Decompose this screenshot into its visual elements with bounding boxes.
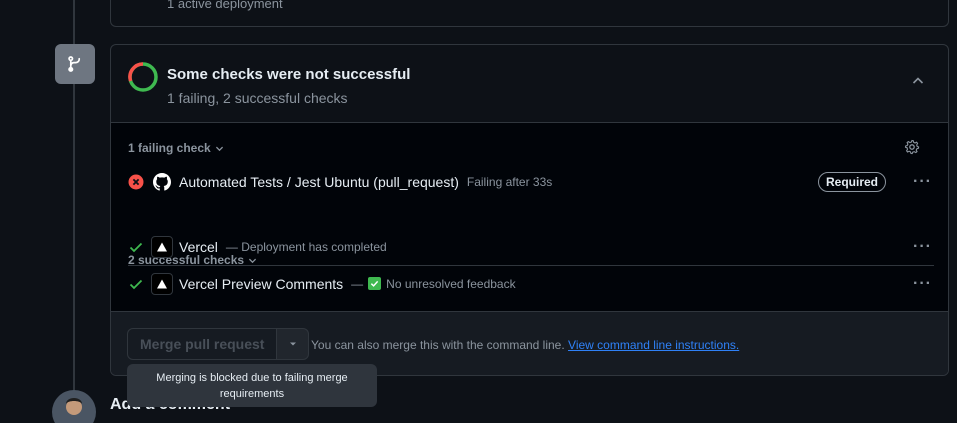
- github-icon: [151, 171, 173, 193]
- chevron-up-icon[interactable]: [910, 73, 926, 89]
- status-ring-icon: [128, 62, 158, 92]
- tooltip-line-2: requirements: [219, 388, 285, 400]
- gear-icon[interactable]: [904, 139, 920, 155]
- merge-button-group: Merge pull request: [127, 328, 310, 360]
- required-badge: Required: [817, 172, 886, 192]
- merge-status-card: Some checks were not successful 1 failin…: [110, 44, 949, 376]
- check-row-jest[interactable]: Automated Tests / Jest Ubuntu (pull_requ…: [128, 164, 934, 200]
- merge-options-dropdown[interactable]: [277, 328, 310, 360]
- merge-blocked-tooltip: Merging is blocked due to failing merge …: [127, 364, 377, 407]
- check-icon: [128, 239, 144, 255]
- merge-pull-request-button[interactable]: Merge pull request: [127, 328, 278, 360]
- description-dash: —: [351, 276, 364, 291]
- pull-request-page: 1 active deployment Some checks were not…: [0, 0, 957, 423]
- avatar[interactable]: [52, 390, 96, 423]
- checks-title: Some checks were not successful: [167, 66, 411, 83]
- check-name[interactable]: Vercel Preview Comments: [179, 276, 343, 292]
- check-name[interactable]: Vercel: [179, 239, 218, 255]
- check-row-vercel-preview-comments[interactable]: Vercel Preview Comments — No unresolved …: [128, 265, 934, 301]
- check-description: — No unresolved feedback: [351, 277, 515, 291]
- merge-hint-text: You can also merge this with the command…: [311, 338, 565, 352]
- deployments-card: 1 active deployment: [110, 0, 949, 27]
- checkbox-check-icon: [368, 277, 382, 290]
- tooltip-line-1: Merging is blocked due to failing merge: [156, 372, 348, 384]
- checks-list: 1 failing check Automated Tests / Jest U…: [111, 123, 948, 311]
- merge-branch-icon: [55, 44, 95, 84]
- check-description: — Deployment has completed: [225, 240, 387, 254]
- kebab-icon[interactable]: ···: [913, 275, 932, 293]
- chevron-down-icon: [215, 146, 223, 151]
- kebab-icon[interactable]: ···: [913, 238, 932, 256]
- check-row-vercel[interactable]: Vercel — Deployment has completed ···: [128, 229, 934, 265]
- check-icon: [128, 276, 144, 292]
- check-name[interactable]: Automated Tests / Jest Ubuntu (pull_requ…: [179, 174, 459, 190]
- checks-summary-header[interactable]: Some checks were not successful 1 failin…: [111, 45, 948, 123]
- deployment-count-text: 1 active deployment: [167, 0, 283, 11]
- caret-down-icon: [289, 342, 296, 346]
- kebab-icon[interactable]: ···: [913, 173, 932, 191]
- merge-hint: You can also merge this with the command…: [311, 338, 739, 352]
- check-description: Failing after 33s: [466, 175, 553, 189]
- vercel-icon: [151, 236, 173, 258]
- failing-checks-toggle[interactable]: 1 failing check: [128, 141, 225, 155]
- failing-checks-label: 1 failing check: [128, 141, 211, 155]
- command-line-instructions-link[interactable]: View command line instructions.: [568, 338, 739, 352]
- checks-subtitle: 1 failing, 2 successful checks: [167, 90, 348, 106]
- vercel-icon: [151, 272, 173, 295]
- x-circle-icon: [128, 174, 144, 190]
- description-text: No unresolved feedback: [386, 276, 516, 291]
